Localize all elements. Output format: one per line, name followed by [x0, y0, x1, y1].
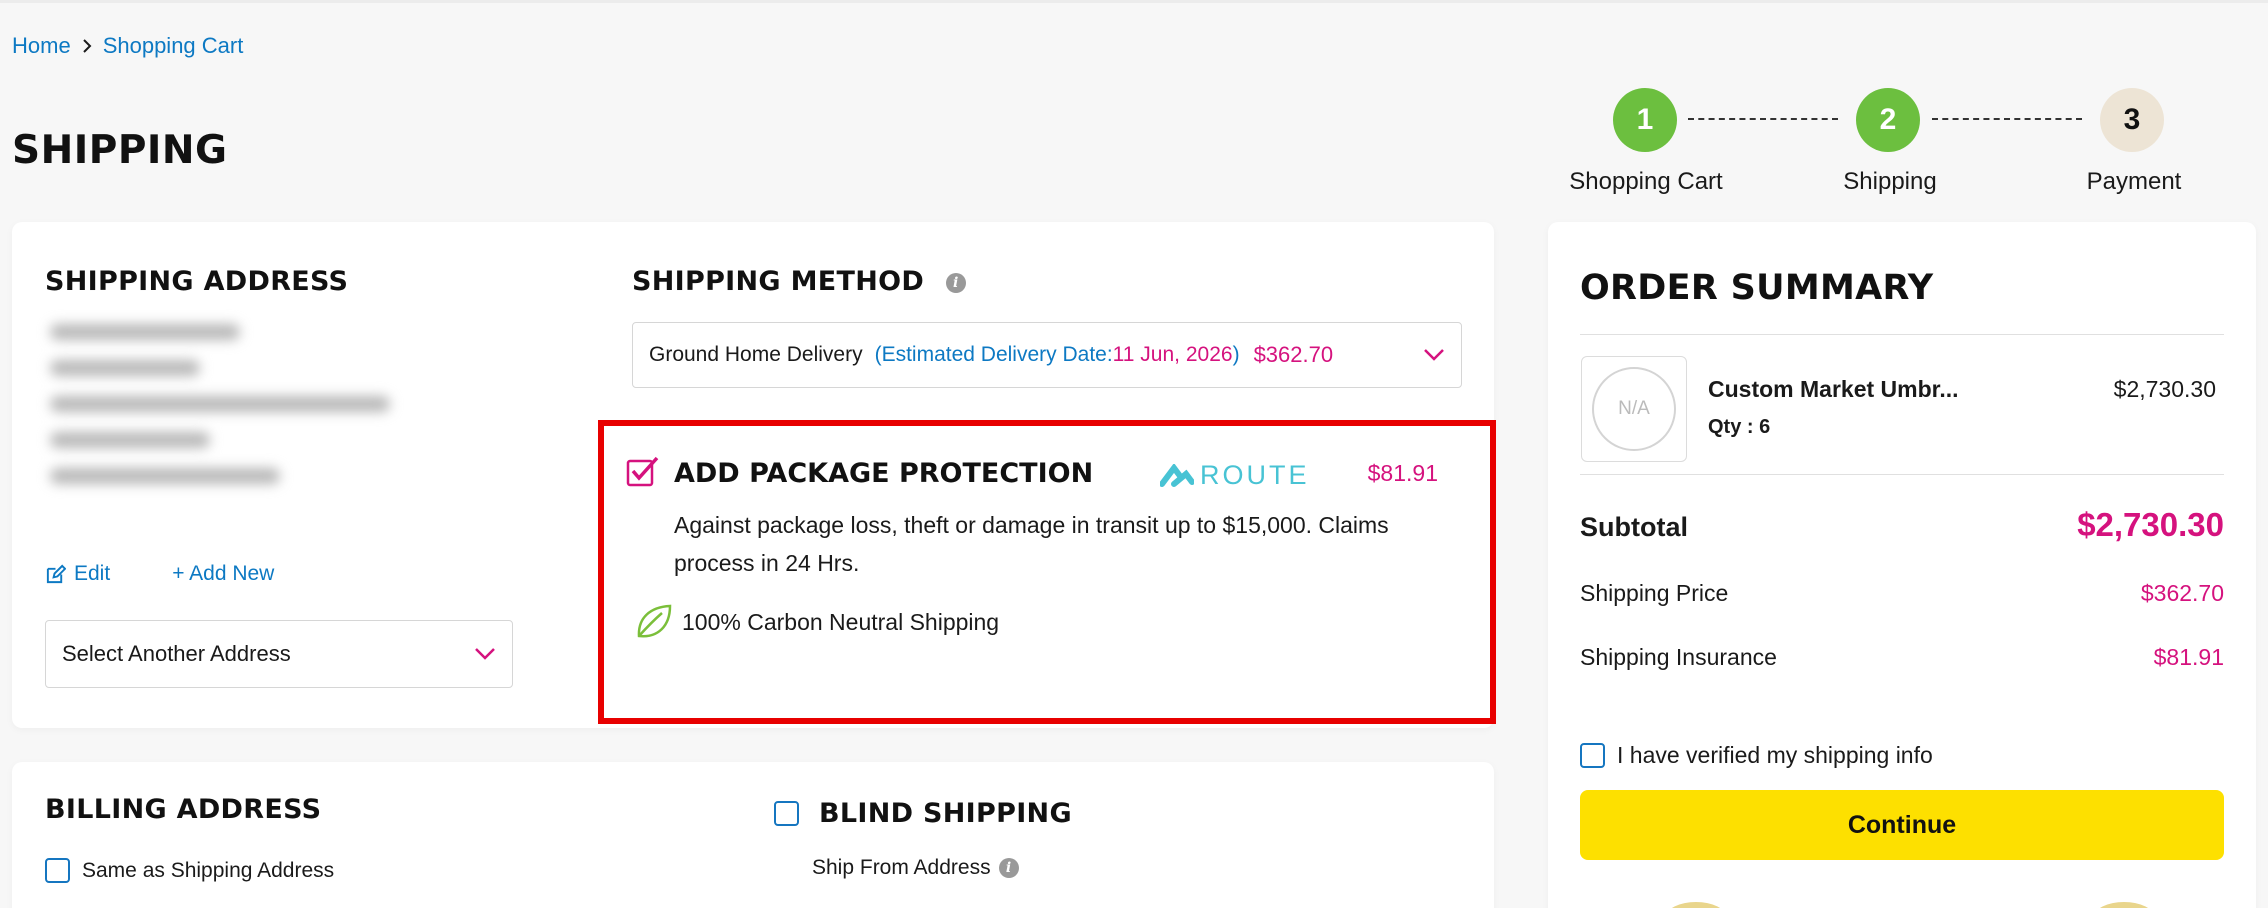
divider — [1580, 474, 2224, 475]
top-divider — [0, 0, 2268, 3]
same-as-shipping-label: Same as Shipping Address — [82, 858, 335, 882]
same-as-shipping-row: Same as Shipping Address — [45, 858, 334, 883]
shipping-insurance-label: Shipping Insurance — [1580, 644, 1777, 670]
subtotal-value: $2,730.30 — [2077, 506, 2224, 543]
verify-shipping-checkbox[interactable] — [1580, 743, 1605, 768]
shipping-price-label: Shipping Price — [1580, 580, 1729, 606]
step-2-circle: 2 — [1856, 88, 1920, 152]
edit-icon — [46, 564, 66, 583]
subtotal-label: Subtotal — [1580, 512, 1688, 542]
step-3-label: Payment — [2086, 168, 2182, 195]
shipping-card: SHIPPING ADDRESS Edit + Add New Select A… — [12, 222, 1496, 728]
ship-from-label: Ship From Address — [812, 856, 991, 879]
step-1-label: Shopping Cart — [1569, 168, 1723, 195]
route-logo: ROUTE — [1160, 460, 1310, 491]
blind-shipping-title: BLIND SHIPPING — [819, 798, 1072, 829]
carbon-neutral-row: 100% Carbon Neutral Shipping — [634, 602, 999, 642]
address-actions: Edit + Add New — [45, 562, 274, 586]
info-icon[interactable]: i — [998, 858, 1019, 878]
product-qty: Qty : 6 — [1708, 416, 1771, 438]
continue-button[interactable]: Continue — [1580, 790, 2224, 860]
shipping-method-title-text: SHIPPING METHOD — [632, 266, 925, 297]
billing-card: BILLING ADDRESS Same as Shipping Address… — [12, 762, 1494, 908]
product-price: $2,730.30 — [2113, 376, 2216, 402]
breadcrumb-current-link[interactable]: Shopping Cart — [103, 33, 244, 59]
estimate-date: 11 Jun, 2026 — [1112, 343, 1233, 366]
ship-from-row: Ship From Address i — [812, 856, 1019, 880]
page-title: SHIPPING — [12, 128, 228, 173]
product-thumbnail[interactable]: N/A — [1581, 356, 1687, 462]
step-1-circle: 1 — [1613, 88, 1677, 152]
leaf-icon — [637, 604, 672, 638]
step-connector — [1932, 118, 2082, 120]
order-summary-card: ORDER SUMMARY N/A Custom Market Umbr... … — [1548, 222, 2256, 908]
chevron-down-icon — [1423, 348, 1445, 362]
shipping-method-title: SHIPPING METHOD i — [632, 266, 966, 297]
route-logo-icon — [1160, 463, 1194, 487]
package-protection-panel: ADD PACKAGE PROTECTION ROUTE $81.91 Agai… — [598, 420, 1496, 724]
blind-shipping-row: BLIND SHIPPING — [774, 798, 1072, 829]
divider — [1580, 334, 2224, 335]
select-address-label: Select Another Address — [62, 641, 291, 666]
step-connector — [1688, 118, 1838, 120]
shipping-price-value: $362.70 — [2140, 580, 2224, 606]
info-icon[interactable]: i — [945, 272, 966, 293]
breadcrumb-home-link[interactable]: Home — [12, 33, 71, 59]
estimate-prefix: (Estimated Delivery Date: — [874, 343, 1113, 366]
package-protection-checkbox[interactable] — [626, 456, 660, 493]
same-as-shipping-checkbox[interactable] — [45, 858, 70, 883]
blind-shipping-checkbox[interactable] — [774, 801, 799, 826]
carbon-neutral-text: 100% Carbon Neutral Shipping — [682, 608, 1000, 635]
step-2-label: Shipping — [1843, 168, 1937, 195]
verify-shipping-row: I have verified my shipping info — [1580, 742, 1933, 769]
order-summary-title: ORDER SUMMARY — [1580, 268, 1934, 308]
checkout-stepper: 1 2 3 Shopping Cart Shipping Payment — [1540, 88, 2210, 198]
shipping-address-title: SHIPPING ADDRESS — [45, 266, 349, 297]
shipping-method-name: Ground Home Delivery — [649, 343, 863, 366]
no-image-placeholder: N/A — [1592, 367, 1676, 451]
add-new-address-link[interactable]: + Add New — [172, 562, 274, 586]
product-name[interactable]: Custom Market Umbr... — [1708, 376, 1959, 403]
route-brand-text: ROUTE — [1200, 460, 1310, 490]
redacted-address — [50, 324, 410, 514]
shipping-insurance-value: $81.91 — [2153, 644, 2224, 670]
shipping-method-dropdown[interactable]: Ground Home Delivery (Estimated Delivery… — [632, 322, 1462, 388]
step-3-circle: 3 — [2100, 88, 2164, 152]
estimate-suffix: ) — [1232, 343, 1240, 366]
select-another-address-dropdown[interactable]: Select Another Address — [45, 620, 513, 688]
package-protection-title: ADD PACKAGE PROTECTION — [674, 458, 1094, 489]
billing-address-title: BILLING ADDRESS — [45, 794, 322, 825]
trust-badge — [2094, 902, 2154, 908]
edit-address-link[interactable]: Edit — [45, 562, 110, 586]
chevron-down-icon — [474, 641, 496, 667]
edit-label: Edit — [74, 562, 111, 585]
package-protection-description: Against package loss, theft or damage in… — [674, 512, 1389, 576]
trust-badge — [1666, 902, 1726, 908]
chevron-right-icon — [82, 38, 92, 54]
checked-checkbox-icon — [626, 456, 659, 487]
breadcrumb: Home Shopping Cart — [12, 33, 243, 59]
verify-shipping-label: I have verified my shipping info — [1617, 742, 1933, 768]
package-protection-price: $81.91 — [1367, 460, 1438, 486]
shipping-method-price: $362.70 — [1253, 342, 1334, 367]
